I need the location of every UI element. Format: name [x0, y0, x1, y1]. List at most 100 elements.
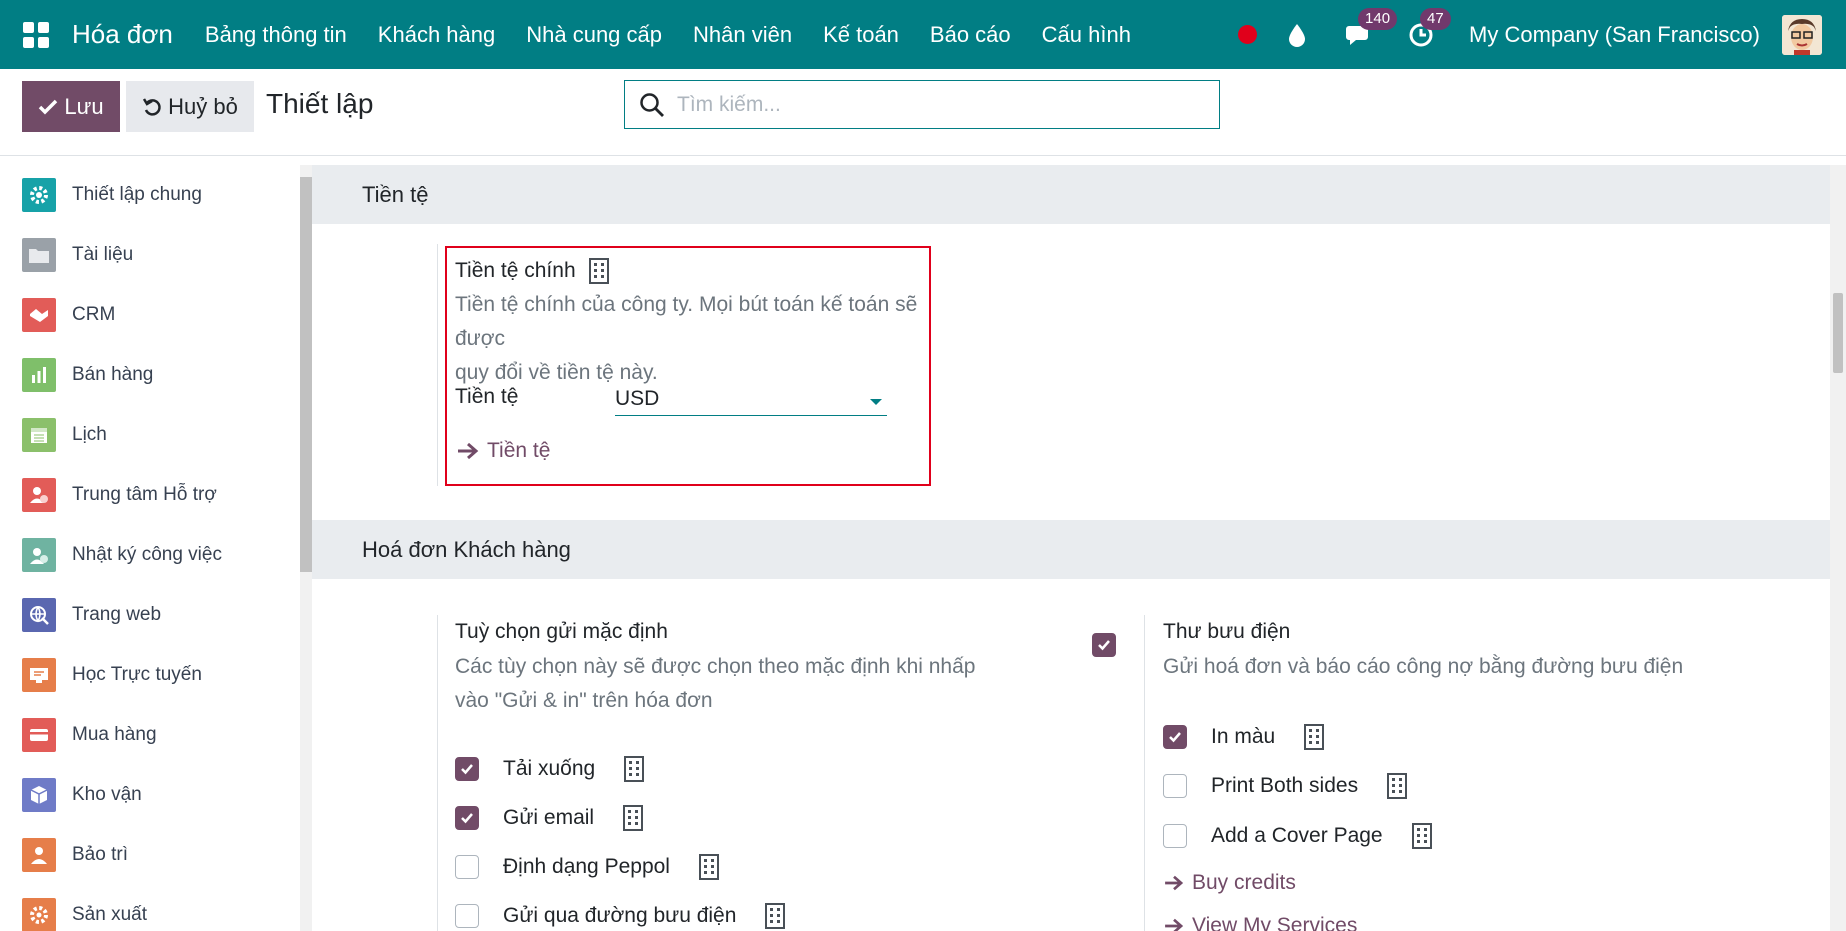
undo-icon: [143, 97, 161, 116]
messages-badge: 140: [1358, 7, 1398, 30]
sidebar-item-manufacturing[interactable]: Sản xuất: [0, 885, 300, 931]
sidebar-item-inventory[interactable]: Kho vận: [0, 765, 300, 825]
bar-chart-icon: [22, 358, 56, 392]
send-email-checkbox[interactable]: [455, 806, 479, 830]
search-box[interactable]: [624, 80, 1220, 129]
sidebar-item-helpdesk[interactable]: Trung tâm Hỗ trợ: [0, 465, 300, 525]
menu-customers[interactable]: Khách hàng: [378, 22, 495, 48]
sidebar-item-purchase[interactable]: Mua hàng: [0, 705, 300, 765]
option-print-both-sides[interactable]: Print Both sides: [1163, 772, 1408, 800]
print-both-sides-checkbox[interactable]: [1163, 774, 1187, 798]
company-building-icon: [1411, 822, 1433, 850]
option-print-color[interactable]: In màu: [1163, 723, 1325, 751]
company-switcher[interactable]: My Company (San Francisco): [1469, 22, 1760, 48]
handshake-icon: [22, 298, 56, 332]
company-building-icon: [588, 257, 610, 285]
print-both-sides-label: Print Both sides: [1211, 774, 1359, 797]
menu-configuration[interactable]: Cấu hình: [1042, 22, 1131, 48]
folder-icon: [22, 238, 56, 272]
caret-down-icon: [870, 399, 882, 405]
page-title: Thiết lập: [266, 88, 374, 119]
option-send-by-post[interactable]: Gửi qua đường bưu điện: [455, 902, 786, 930]
print-color-label: In màu: [1211, 725, 1276, 748]
sidebar-item-maintenance[interactable]: Bảo trì: [0, 825, 300, 885]
content-scrollbar[interactable]: [1830, 165, 1846, 931]
activity-clock-icon[interactable]: 47: [1407, 7, 1451, 49]
menu-accounting[interactable]: Kế toán: [823, 22, 899, 48]
record-dot-icon[interactable]: [1238, 25, 1258, 44]
menu-employees[interactable]: Nhân viên: [693, 22, 792, 48]
save-button[interactable]: Lưu: [22, 81, 120, 132]
snailmail-description: Gửi hoá đơn và báo cáo công nợ bằng đườn…: [1163, 655, 1684, 678]
currencies-link[interactable]: Tiền tệ: [457, 439, 550, 463]
support-person-icon: [22, 478, 56, 512]
download-label: Tải xuống: [503, 757, 596, 780]
buy-credits-link[interactable]: Buy credits: [1164, 871, 1296, 895]
description-line: Các tùy chọn này sẽ được chọn theo mặc đ…: [455, 655, 976, 678]
peppol-format-checkbox[interactable]: [455, 855, 479, 879]
sidebar-item-crm[interactable]: CRM: [0, 285, 300, 345]
timesheet-icon: [22, 538, 56, 572]
save-button-label: Lưu: [64, 93, 104, 119]
sidebar-item-general-settings[interactable]: Thiết lập chung: [0, 165, 300, 225]
sidebar-scrollbar[interactable]: [300, 165, 312, 931]
cover-page-label: Add a Cover Page: [1211, 824, 1383, 847]
chat-messages-icon[interactable]: 140: [1345, 7, 1398, 49]
menu-vendors[interactable]: Nhà cung cấp: [526, 22, 662, 48]
sidebar-item-calendar[interactable]: Lịch: [0, 405, 300, 465]
menu-dashboard[interactable]: Bảng thông tin: [205, 22, 347, 48]
settings-content: Tiền tệ Tiền tệ chính Tiền tệ chính của …: [312, 165, 1830, 931]
send-by-post-checkbox[interactable]: [455, 904, 479, 928]
sidebar-item-label: Trung tâm Hỗ trợ: [72, 484, 217, 505]
section-header-currency: Tiền tệ: [312, 165, 1830, 224]
menu-reports[interactable]: Báo cáo: [930, 22, 1011, 48]
sidebar-item-label: Kho vận: [72, 784, 142, 805]
sidebar-item-label: Bán hàng: [72, 364, 154, 385]
option-cover-page[interactable]: Add a Cover Page: [1163, 822, 1433, 850]
sidebar-item-sales[interactable]: Bán hàng: [0, 345, 300, 405]
main-currency-description: Tiền tệ chính của công ty. Mọi bút toán …: [455, 288, 925, 390]
print-color-checkbox[interactable]: [1163, 725, 1187, 749]
snailmail-checkbox[interactable]: [1092, 633, 1116, 657]
elearning-icon: [22, 658, 56, 692]
calendar-icon: [22, 418, 56, 452]
arrow-right-icon: [1165, 918, 1184, 931]
option-download[interactable]: Tải xuống: [455, 755, 645, 783]
user-avatar[interactable]: [1782, 14, 1822, 55]
cancel-button[interactable]: Huỷ bỏ: [126, 81, 254, 132]
sidebar-item-elearning[interactable]: Học Trực tuyến: [0, 645, 300, 705]
option-peppol-format[interactable]: Định dạng Peppol: [455, 853, 720, 881]
sidebar-item-label: Tài liệu: [72, 244, 134, 265]
search-input[interactable]: [677, 92, 1197, 117]
sidebar-item-website[interactable]: Trang web: [0, 585, 300, 645]
cover-page-checkbox[interactable]: [1163, 824, 1187, 848]
sidebar-item-label: Học Trực tuyến: [72, 664, 202, 685]
currency-select-value: USD: [615, 387, 660, 410]
control-panel: Lưu Huỷ bỏ Thiết lập: [0, 69, 1846, 156]
water-drop-icon[interactable]: [1283, 21, 1311, 49]
check-icon: [39, 99, 58, 114]
description-line: vào "Gửi & in" trên hóa đơn: [455, 689, 713, 712]
top-navbar: Hóa đơn Bảng thông tin Khách hàng Nhà cu…: [0, 0, 1846, 69]
currencies-link-label: Tiền tệ: [487, 439, 551, 462]
sidebar-item-label: Bảo trì: [72, 844, 128, 865]
buy-credits-label: Buy credits: [1192, 871, 1296, 894]
option-send-email[interactable]: Gửi email: [455, 804, 644, 832]
arrow-right-icon: [1165, 875, 1184, 891]
snailmail-title: Thư bưu điện: [1163, 620, 1291, 643]
search-icon: [640, 92, 664, 117]
apps-menu-icon[interactable]: [20, 19, 52, 51]
sidebar-item-label: Sản xuất: [72, 904, 147, 925]
sidebar-item-timesheets[interactable]: Nhật ký công việc: [0, 525, 300, 585]
currency-select[interactable]: USD: [615, 383, 887, 416]
download-checkbox[interactable]: [455, 757, 479, 781]
currency-field-label: Tiền tệ: [455, 385, 519, 408]
app-brand[interactable]: Hóa đơn: [72, 19, 173, 50]
sidebar-item-label: Lịch: [72, 424, 107, 445]
company-building-icon: [623, 755, 645, 783]
cog-icon: [22, 898, 56, 931]
view-my-services-link[interactable]: View My Services: [1164, 914, 1357, 931]
sidebar-item-documents[interactable]: Tài liệu: [0, 225, 300, 285]
default-sending-options-description: Các tùy chọn này sẽ được chọn theo mặc đ…: [455, 650, 1055, 718]
arrow-right-icon: [458, 442, 479, 460]
